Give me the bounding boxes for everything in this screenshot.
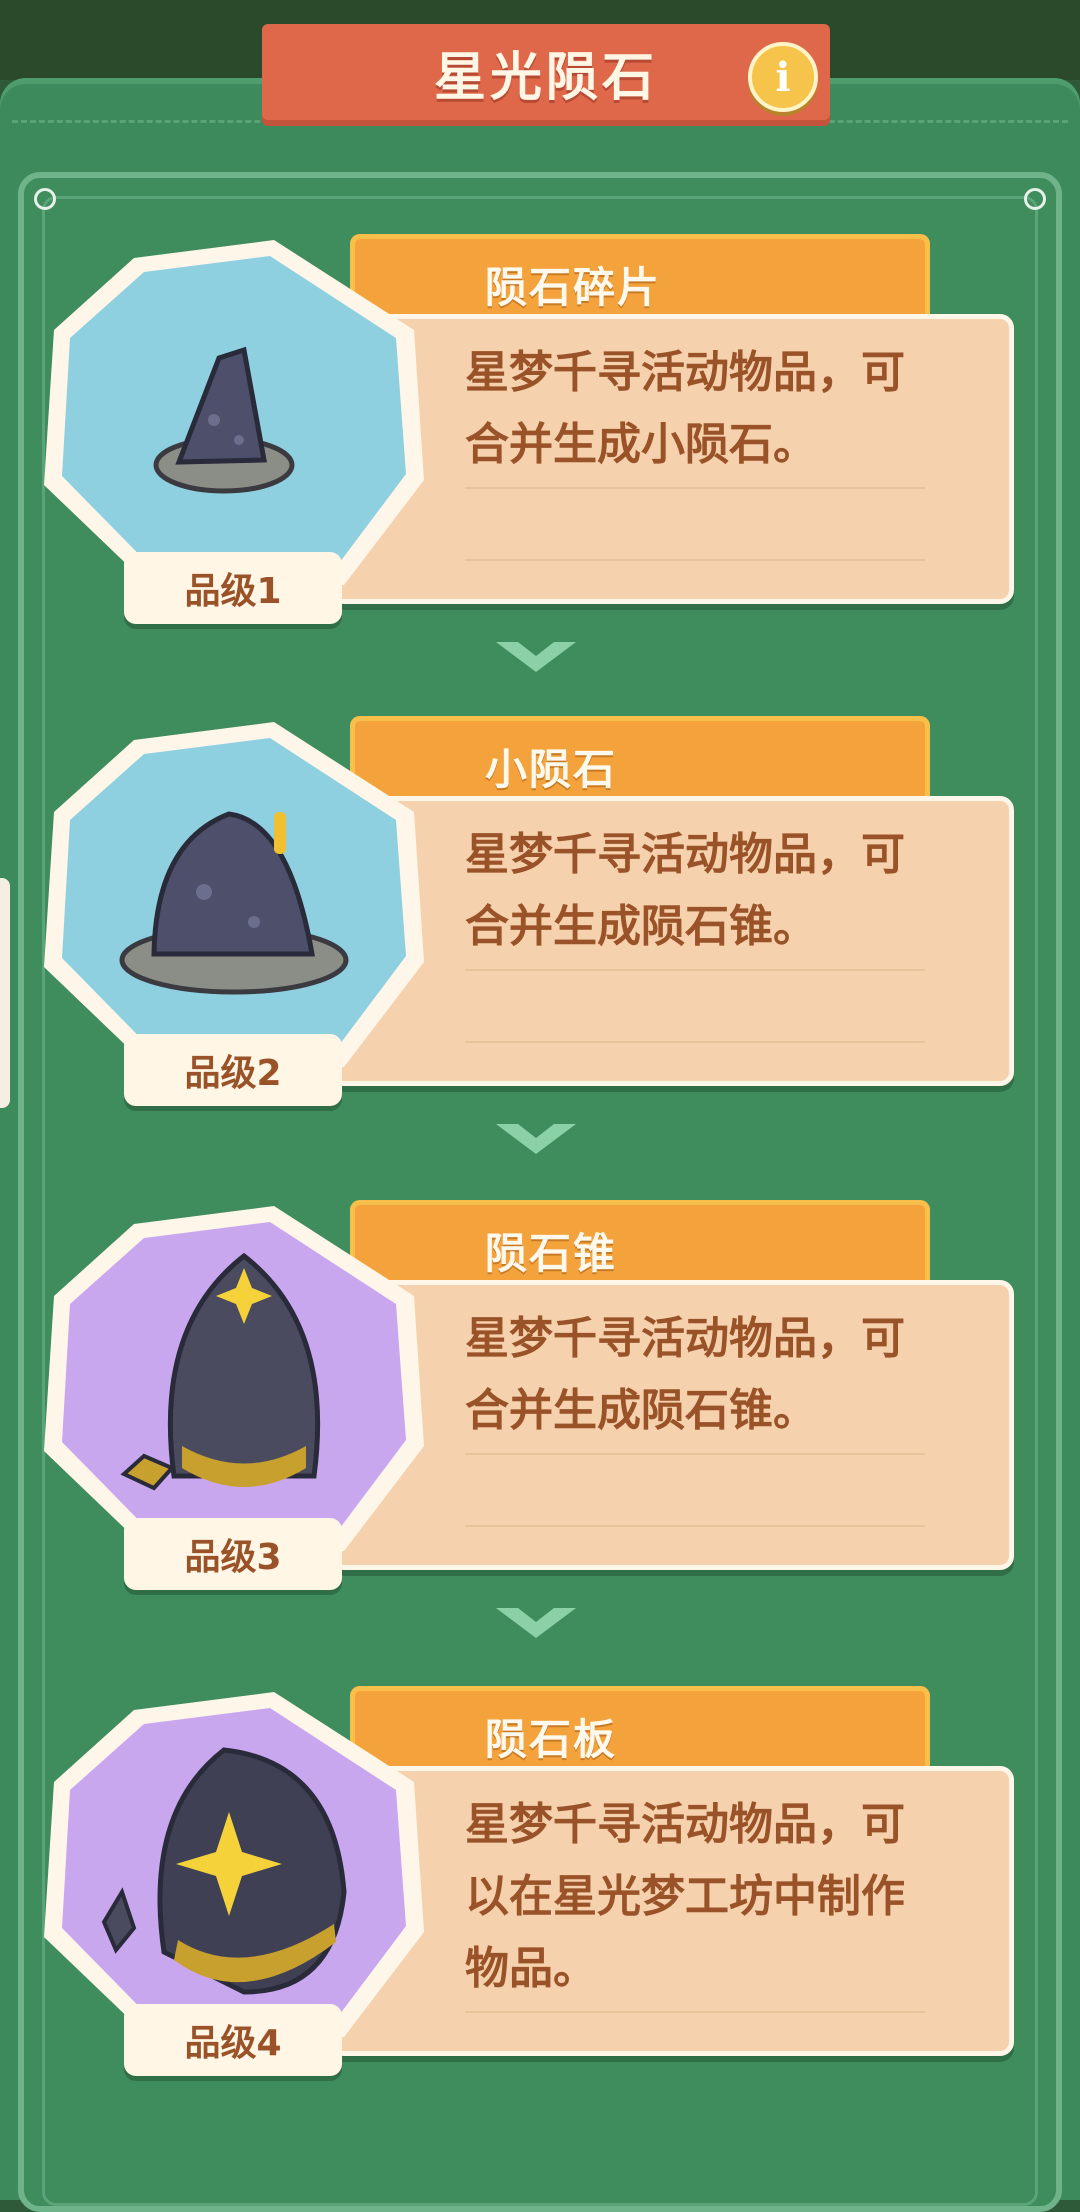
ruled-line bbox=[465, 1525, 925, 1527]
item-icon-frame bbox=[44, 722, 424, 1082]
grade-badge: 品级4 bbox=[124, 2004, 342, 2076]
rivet-left bbox=[34, 188, 56, 210]
description-line: 星梦千寻活动物品，可 bbox=[465, 829, 905, 880]
title-banner-front: 星光陨石 bbox=[262, 24, 830, 120]
item-description-card: 星梦千寻活动物品，可 合并生成陨石锥。 bbox=[330, 796, 1014, 1086]
item-icon-frame bbox=[44, 1206, 424, 1566]
ruled-line bbox=[465, 559, 925, 561]
ruled-line bbox=[465, 969, 925, 971]
ruled-line bbox=[465, 1453, 925, 1455]
title-banner: 星光陨石 i bbox=[262, 24, 830, 120]
ruled-line bbox=[465, 1041, 925, 1043]
item-icon-frame bbox=[44, 240, 424, 600]
item-card-2: 小陨石 星梦千寻活动物品，可 合并生成陨石锥。 品级2 bbox=[0, 716, 1080, 1116]
grade-badge: 品级1 bbox=[124, 552, 342, 624]
chevron-down-icon bbox=[496, 1124, 576, 1154]
item-description: 星梦千寻活动物品，可 合并生成陨石锥。 bbox=[465, 1303, 945, 1447]
item-name: 陨石板 bbox=[485, 1715, 618, 1764]
item-description: 星梦千寻活动物品，可 以在星光梦工坊中制作 物品。 bbox=[465, 1789, 945, 2005]
rivet-right bbox=[1024, 188, 1046, 210]
grade-badge: 品级2 bbox=[124, 1034, 342, 1106]
item-name: 陨石锥 bbox=[485, 1229, 618, 1278]
item-card-4: 陨石板 星梦千寻活动物品，可 以在星光梦工坊中制作 物品。 品级4 bbox=[0, 1686, 1080, 2086]
ruled-line bbox=[465, 487, 925, 489]
item-description-card: 星梦千寻活动物品，可 合并生成小陨石。 bbox=[330, 314, 1014, 604]
description-line: 以在星光梦工坊中制作 bbox=[465, 1871, 905, 1922]
item-name: 小陨石 bbox=[485, 745, 618, 794]
item-description: 星梦千寻活动物品，可 合并生成小陨石。 bbox=[465, 337, 945, 481]
description-line: 星梦千寻活动物品，可 bbox=[465, 1799, 905, 1850]
description-line: 合并生成陨石锥。 bbox=[465, 901, 817, 952]
ruled-line bbox=[465, 2011, 925, 2013]
info-icon: i bbox=[775, 53, 791, 101]
item-description: 星梦千寻活动物品，可 合并生成陨石锥。 bbox=[465, 819, 945, 963]
item-description-card: 星梦千寻活动物品，可 以在星光梦工坊中制作 物品。 bbox=[330, 1766, 1014, 2056]
description-line: 星梦千寻活动物品，可 bbox=[465, 347, 905, 398]
description-line: 合并生成小陨石。 bbox=[465, 419, 817, 470]
description-line: 物品。 bbox=[465, 1943, 597, 1994]
info-button[interactable]: i bbox=[748, 42, 818, 112]
chevron-down-icon bbox=[496, 1608, 576, 1638]
dashed-divider bbox=[12, 120, 1068, 123]
description-line: 星梦千寻活动物品，可 bbox=[465, 1313, 905, 1364]
item-description-card: 星梦千寻活动物品，可 合并生成陨石锥。 bbox=[330, 1280, 1014, 1570]
page-title: 星光陨石 bbox=[433, 47, 658, 108]
item-card-1: 陨石碎片 星梦千寻活动物品，可 合并生成小陨石。 品级1 bbox=[0, 234, 1080, 634]
item-icon-frame bbox=[44, 1692, 424, 2052]
item-name: 陨石碎片 bbox=[485, 263, 662, 312]
chevron-down-icon bbox=[496, 642, 576, 672]
description-line: 合并生成陨石锥。 bbox=[465, 1385, 817, 1436]
item-card-3: 陨石锥 星梦千寻活动物品，可 合并生成陨石锥。 品级3 bbox=[0, 1200, 1080, 1600]
grade-badge: 品级3 bbox=[124, 1518, 342, 1590]
